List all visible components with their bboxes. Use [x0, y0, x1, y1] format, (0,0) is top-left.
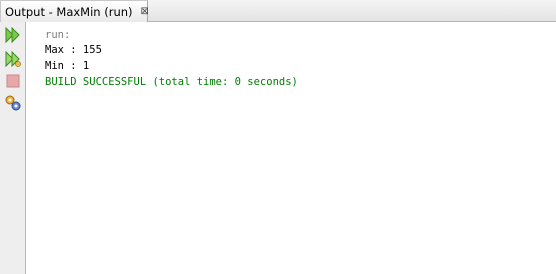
output-line-build-status: BUILD SUCCESSFUL (total time: 0 seconds) [45, 76, 298, 88]
tab-bar: Output - MaxMin (run) ⊠ [0, 0, 556, 22]
output-window: Output - MaxMin (run) ⊠ run: Max: 155 M… [0, 0, 556, 274]
rerun-icon[interactable] [4, 26, 22, 44]
output-line-min: Min : 1 [45, 60, 90, 72]
rerun-with-options-icon[interactable] [4, 50, 22, 68]
output-console[interactable]: run: Max : 155 Min : 1 BUILD SUCCESSFUL … [27, 22, 556, 274]
output-line-max: Max : 155 [45, 44, 102, 56]
tab-title: Output - MaxMin (run) [5, 4, 133, 19]
close-icon[interactable]: ⊠ [141, 6, 149, 17]
output-toolbar [0, 22, 26, 274]
settings-icon[interactable] [4, 94, 22, 112]
output-line-run: run: [45, 29, 71, 41]
stop-icon[interactable] [4, 72, 22, 90]
tab-output-maxmin[interactable]: Output - MaxMin (run) ⊠ [0, 0, 149, 22]
